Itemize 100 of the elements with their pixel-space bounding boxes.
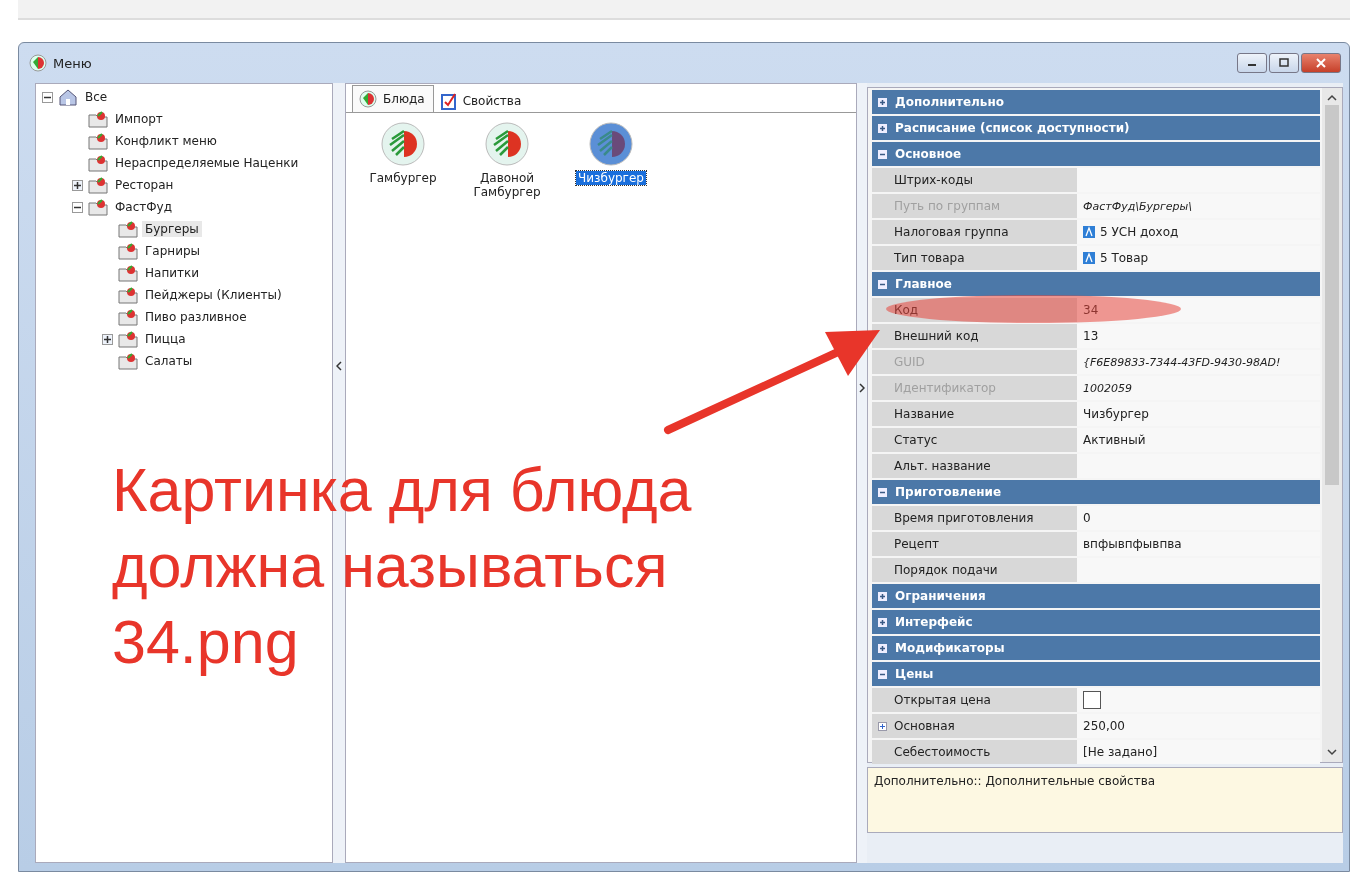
tree-item[interactable]: Пицца (142, 331, 189, 347)
property-label: Название (894, 407, 955, 421)
property-value: 5 УСН доход (1100, 225, 1179, 239)
annotation-text: Картинка для блюда должна называться 34.png (112, 455, 693, 678)
category-header[interactable]: Расписание (список доступности) (872, 116, 1320, 140)
dish-icon (29, 54, 47, 72)
window-title: Меню (53, 55, 92, 71)
dish-icon[interactable] (484, 121, 530, 167)
house-icon (58, 88, 78, 106)
checkbox[interactable] (1083, 691, 1101, 709)
maximize-button[interactable] (1269, 53, 1299, 73)
tree-item[interactable]: Напитки (142, 265, 203, 281)
category-header[interactable]: Интерфейс (872, 610, 1320, 634)
tree-item[interactable]: Гарниры (142, 243, 204, 259)
dish-name[interactable]: Давоной Гамбургер (462, 171, 552, 199)
expander-icon (878, 591, 887, 601)
folder-icon (118, 242, 138, 260)
description-text: Дополнительно:: Дополнительные свойства (874, 774, 1156, 788)
close-icon (1315, 58, 1327, 68)
expander-icon (878, 97, 887, 107)
property-value: ФастФуд\Бургеры\ (1083, 199, 1192, 213)
folder-icon (88, 132, 108, 150)
property-value: 13 (1083, 329, 1099, 343)
scrollbar[interactable] (1322, 88, 1342, 762)
property-label: Время приготовления (894, 511, 1034, 525)
expander-icon (878, 669, 887, 679)
expander-icon (878, 643, 887, 653)
close-button[interactable] (1301, 53, 1341, 73)
property-label: Код (894, 303, 919, 317)
property-label: Основная (894, 719, 955, 733)
tree-item[interactable]: Нераспределяемые Наценки (112, 155, 302, 171)
property-label: Порядок подачи (894, 563, 998, 577)
folder-icon (118, 264, 138, 282)
expander-icon[interactable] (102, 333, 113, 345)
folder-icon (118, 220, 138, 238)
expander-icon (878, 149, 887, 159)
tree-item[interactable]: Пейджеры (Клиенты) (142, 287, 285, 303)
dish-icon[interactable] (588, 121, 634, 167)
property-value: 34 (1083, 303, 1099, 317)
property-value: 1002059 (1083, 381, 1132, 395)
property-value: впфывпфывпва (1083, 537, 1182, 551)
category-header[interactable]: Дополнительно (872, 90, 1320, 114)
reference-icon (1083, 226, 1095, 238)
dish-icon (359, 90, 377, 108)
tree-item[interactable]: Салаты (142, 353, 196, 369)
property-label: Себестоимость (894, 745, 991, 759)
property-value: 0 (1083, 511, 1091, 525)
tree-item[interactable]: Импорт (112, 111, 166, 127)
property-value: {F6E89833-7344-43FD-9430-98AD! (1083, 355, 1281, 369)
property-value: Активный (1083, 433, 1146, 447)
folder-icon (88, 110, 108, 128)
expander-icon (878, 487, 887, 497)
property-label: Внешний код (894, 329, 979, 343)
expander-icon (878, 617, 887, 627)
category-header[interactable]: Приготовление (872, 480, 1320, 504)
minimize-button[interactable] (1237, 53, 1267, 73)
tab[interactable]: Свойства (433, 88, 531, 112)
expander-icon (878, 123, 887, 133)
dish-name[interactable]: Гамбургер (367, 171, 439, 185)
tree-item[interactable]: Все (82, 89, 111, 105)
property-label: Идентификатор (894, 381, 996, 395)
category-header[interactable]: Цены (872, 662, 1320, 686)
dish-name[interactable]: Чизбургер (576, 171, 646, 185)
property-label: Путь по группам (894, 199, 1001, 213)
expander-icon[interactable] (72, 201, 83, 213)
property-value: 5 Товар (1100, 251, 1149, 265)
property-label: Альт. название (894, 459, 991, 473)
tree-item[interactable]: Пиво разливное (142, 309, 250, 325)
tab[interactable]: Блюда (352, 85, 434, 112)
property-label: Тип товара (894, 251, 965, 265)
folder-icon (118, 308, 138, 326)
folder-icon (118, 352, 138, 370)
maximize-icon (1278, 58, 1290, 68)
property-label: Штрих-коды (894, 173, 974, 187)
property-value: [Не задано] (1083, 745, 1158, 759)
tree-item[interactable]: ФастФуд (112, 199, 175, 215)
dish-icon[interactable] (380, 121, 426, 167)
property-label: Статус (894, 433, 938, 447)
category-header[interactable]: Ограничения (872, 584, 1320, 608)
expander-icon[interactable] (42, 91, 53, 103)
property-label: Открытая цена (894, 693, 991, 707)
tree-item[interactable]: Ресторан (112, 177, 177, 193)
property-value: 250,00 (1083, 719, 1125, 733)
property-label: Рецепт (894, 537, 939, 551)
expander-icon[interactable] (878, 721, 887, 731)
scroll-down-icon[interactable] (1327, 749, 1337, 756)
reference-icon (1083, 252, 1095, 264)
folder-icon (88, 154, 108, 172)
tree-item[interactable]: Конфликт меню (112, 133, 220, 149)
folder-icon (88, 176, 108, 194)
category-header[interactable]: Основное (872, 142, 1320, 166)
property-value: Чизбургер (1083, 407, 1149, 421)
tree-item[interactable]: Бургеры (142, 221, 202, 237)
scroll-up-icon[interactable] (1327, 94, 1337, 101)
expander-icon[interactable] (72, 179, 83, 191)
checklist-icon (440, 91, 457, 110)
category-header[interactable]: Модификаторы (872, 636, 1320, 660)
property-label: GUID (894, 355, 925, 369)
category-header[interactable]: Главное (872, 272, 1320, 296)
expander-icon (878, 279, 887, 289)
